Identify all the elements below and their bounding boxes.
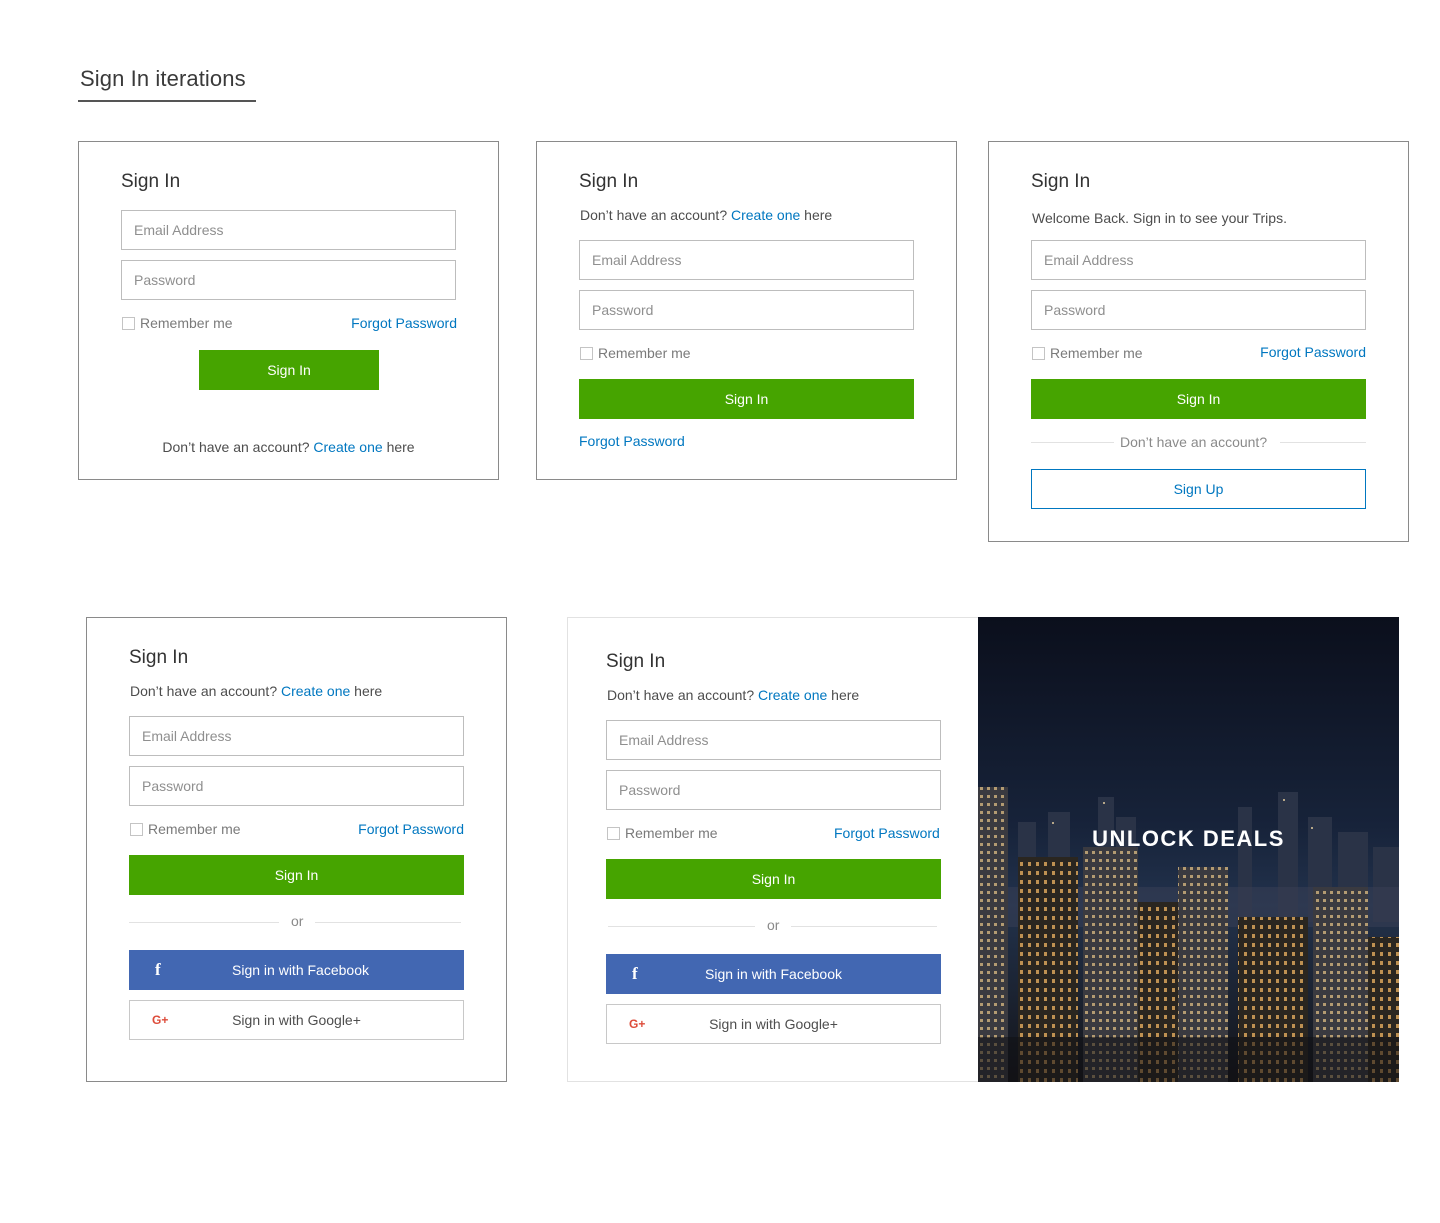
email-field[interactable] — [579, 240, 914, 280]
email-field[interactable] — [606, 720, 941, 760]
remember-me-label: Remember me — [148, 821, 241, 837]
forgot-password-link[interactable]: Forgot Password — [351, 315, 457, 331]
here-text: here — [386, 439, 415, 455]
password-field[interactable] — [1031, 290, 1366, 330]
remember-me[interactable]: Remember me — [1032, 345, 1143, 361]
remember-me-label: Remember me — [625, 825, 718, 841]
email-field[interactable] — [121, 210, 456, 250]
password-field[interactable] — [606, 770, 941, 810]
create-account-prompt: Don’t have an account? Create one here — [79, 439, 498, 455]
welcome-text: Welcome Back. Sign in to see your Trips. — [1032, 210, 1287, 226]
sign-in-card-4: Sign In Don’t have an account? Create on… — [86, 617, 507, 1082]
email-field[interactable] — [1031, 240, 1366, 280]
remember-me-label: Remember me — [598, 345, 691, 361]
sign-up-button[interactable]: Sign Up — [1031, 469, 1366, 509]
sign-in-button[interactable]: Sign In — [579, 379, 914, 419]
remember-me-checkbox[interactable] — [1032, 346, 1045, 360]
card-title: Sign In — [579, 171, 639, 192]
no-account-text: Don’t have an account? — [162, 439, 310, 455]
remember-me-checkbox[interactable] — [580, 346, 593, 360]
remember-me[interactable]: Remember me — [122, 315, 233, 331]
divider-right — [791, 926, 937, 927]
card-title: Sign In — [121, 171, 181, 192]
or-text: or — [291, 913, 304, 929]
remember-me-checkbox[interactable] — [130, 822, 143, 836]
no-account-text: Don’t have an account? — [607, 687, 755, 703]
divider-left — [1031, 442, 1114, 443]
sign-in-button[interactable]: Sign In — [129, 855, 464, 895]
or-text: or — [767, 917, 780, 933]
create-account-prompt: Don’t have an account? Create one here — [130, 683, 382, 699]
forgot-password-link[interactable]: Forgot Password — [358, 821, 464, 837]
google-sign-in-button[interactable]: G+ Sign in with Google+ — [606, 1004, 941, 1044]
facebook-icon: f — [155, 960, 161, 979]
title-underline — [78, 100, 256, 102]
sign-in-card-5: Sign In Don’t have an account? Create on… — [567, 617, 979, 1082]
here-text: here — [831, 687, 860, 703]
sign-in-card-2: Sign In Don’t have an account? Create on… — [536, 141, 957, 480]
forgot-password-link[interactable]: Forgot Password — [1260, 344, 1366, 360]
google-plus-icon: G+ — [152, 1013, 169, 1027]
forgot-password-link[interactable]: Forgot Password — [579, 433, 685, 449]
google-plus-icon: G+ — [629, 1017, 646, 1031]
create-account-link[interactable]: Create one — [313, 439, 382, 455]
create-account-link[interactable]: Create one — [731, 207, 800, 223]
here-text: here — [354, 683, 383, 699]
page-title: Sign In iterations — [80, 66, 246, 91]
password-field[interactable] — [579, 290, 914, 330]
no-account-text: Don’t have an account? — [1120, 434, 1268, 450]
remember-me-label: Remember me — [140, 315, 233, 331]
sign-in-button[interactable]: Sign In — [1031, 379, 1366, 419]
remember-me-checkbox[interactable] — [607, 826, 620, 840]
divider-right — [315, 922, 461, 923]
sign-in-button[interactable]: Sign In — [606, 859, 941, 899]
remember-me[interactable]: Remember me — [580, 345, 691, 361]
no-account-text: Don’t have an account? — [580, 207, 728, 223]
remember-me-label: Remember me — [1050, 345, 1143, 361]
password-field[interactable] — [121, 260, 456, 300]
forgot-password-link[interactable]: Forgot Password — [834, 825, 940, 841]
card-title: Sign In — [1031, 171, 1091, 192]
no-account-text: Don’t have an account? — [130, 683, 278, 699]
divider-left — [129, 922, 279, 923]
create-account-prompt: Don’t have an account? Create one here — [580, 207, 832, 223]
remember-me[interactable]: Remember me — [130, 821, 241, 837]
remember-me[interactable]: Remember me — [607, 825, 718, 841]
card-title: Sign In — [606, 651, 666, 672]
create-account-prompt: Don’t have an account? Create one here — [607, 687, 859, 703]
sign-in-card-1: Sign In Remember me Forgot Password Sign… — [78, 141, 499, 480]
unlock-deals-heading: UNLOCK DEALS — [1092, 826, 1285, 851]
google-button-label: Sign in with Google+ — [232, 1012, 361, 1028]
here-text: here — [804, 207, 833, 223]
password-field[interactable] — [129, 766, 464, 806]
email-field[interactable] — [129, 716, 464, 756]
facebook-icon: f — [632, 964, 638, 983]
sign-in-card-3: Sign In Welcome Back. Sign in to see you… — [988, 141, 1409, 542]
divider-left — [608, 926, 755, 927]
google-sign-in-button[interactable]: G+ Sign in with Google+ — [129, 1000, 464, 1040]
create-account-link[interactable]: Create one — [758, 687, 827, 703]
facebook-button-label: Sign in with Facebook — [705, 966, 842, 982]
facebook-sign-in-button[interactable]: f Sign in with Facebook — [606, 954, 941, 994]
remember-me-checkbox[interactable] — [122, 316, 135, 330]
google-button-label: Sign in with Google+ — [709, 1016, 838, 1032]
facebook-sign-in-button[interactable]: f Sign in with Facebook — [129, 950, 464, 990]
facebook-button-label: Sign in with Facebook — [232, 962, 369, 978]
card-title: Sign In — [129, 647, 189, 668]
divider-right — [1280, 442, 1366, 443]
sign-in-button[interactable]: Sign In — [199, 350, 379, 390]
create-account-link[interactable]: Create one — [281, 683, 350, 699]
